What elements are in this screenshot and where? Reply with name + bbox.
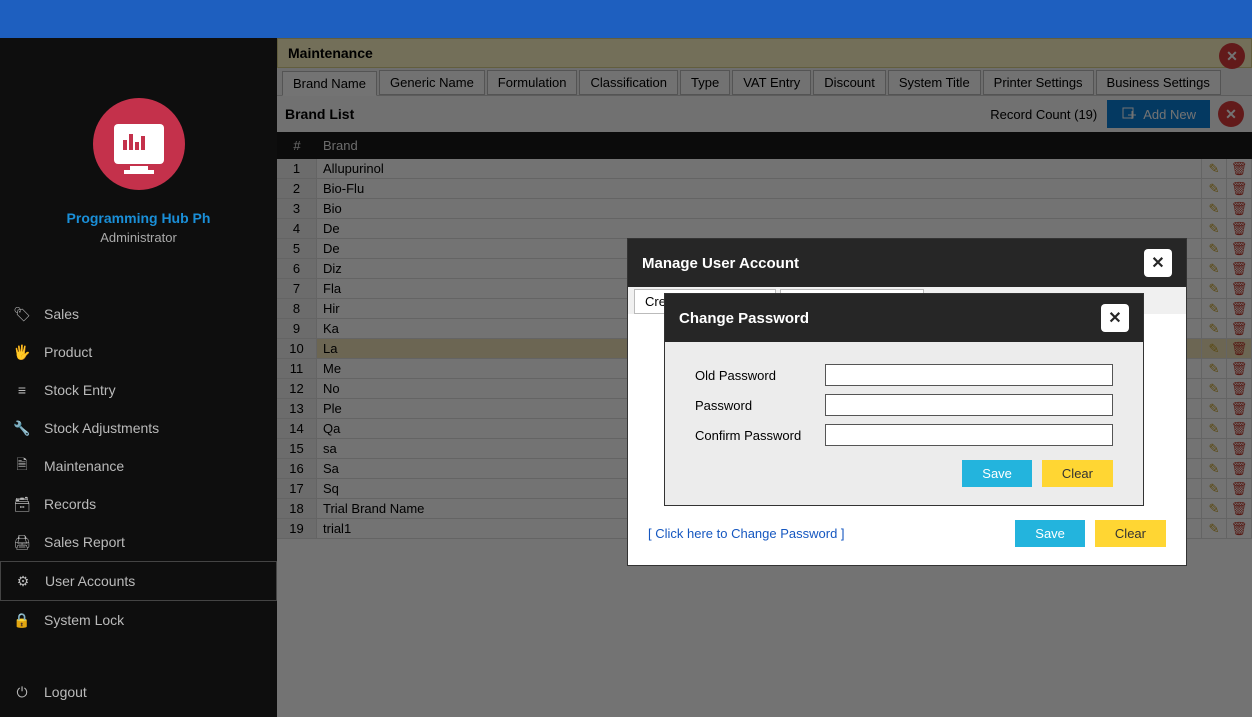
sidebar-nav: 🏷 Sales 🖐 Product ≡ Stock Entry 🔧 Stock Adjustm…	[0, 295, 277, 639]
tag-icon: 🏷	[12, 305, 32, 323]
change-password-link[interactable]: [ Click here to Change Password ]	[648, 526, 845, 541]
dialog-close-button[interactable]: ✕	[1144, 249, 1172, 277]
pw-dialog-close-button[interactable]: ✕	[1101, 304, 1129, 332]
pw-clear-button[interactable]: Clear	[1042, 460, 1113, 487]
avatar	[93, 98, 185, 190]
password-input[interactable]	[825, 394, 1113, 416]
nav-label: System Lock	[44, 612, 124, 628]
nav-item-system-lock[interactable]: 🔒 System Lock	[0, 601, 277, 639]
wrench-icon: 🔧	[12, 419, 32, 437]
dialog-title: Manage User Account	[642, 255, 799, 272]
old-password-input[interactable]	[825, 364, 1113, 386]
change-password-dialog: Change Password ✕ Old Password Password …	[664, 293, 1144, 506]
nav-label: Logout	[44, 684, 87, 700]
dialog-title-bar: Manage User Account ✕	[628, 239, 1186, 287]
main-panel: Maintenance ✕ Brand NameGeneric NameForm…	[277, 38, 1252, 717]
nav-item-stock-entry[interactable]: ≡ Stock Entry	[0, 371, 277, 409]
profile-panel: Programming Hub Ph Administrator	[0, 38, 277, 275]
nav-label: Sales	[44, 306, 79, 322]
user-clear-button[interactable]: Clear	[1095, 520, 1166, 547]
user-save-button[interactable]: Save	[1015, 520, 1085, 547]
sidebar: Programming Hub Ph Administrator 🏷 Sales 🖐…	[0, 38, 277, 717]
pw-save-button[interactable]: Save	[962, 460, 1032, 487]
confirm-password-label: Confirm Password	[695, 428, 825, 443]
power-icon: ⏻	[12, 683, 32, 701]
nav-item-stock-adjustments[interactable]: 🔧 Stock Adjustments	[0, 409, 277, 447]
nav-item-records[interactable]: 🗃 Records	[0, 485, 277, 523]
list-icon: ≡	[12, 381, 32, 399]
profile-role: Administrator	[100, 230, 177, 245]
lock-icon: 🔒	[12, 611, 32, 629]
nav-label: Product	[44, 344, 92, 360]
nav-label: User Accounts	[45, 573, 135, 589]
nav-item-maintenance[interactable]: 🗎 Maintenance	[0, 447, 277, 485]
doc-icon: 🗎	[12, 457, 32, 475]
nav-item-sales[interactable]: 🏷 Sales	[0, 295, 277, 333]
nav-item-logout[interactable]: ⏻ Logout	[0, 673, 277, 711]
nav-item-sales-report[interactable]: 🖨 Sales Report	[0, 523, 277, 561]
nav-label: Sales Report	[44, 534, 125, 550]
nav-label: Stock Adjustments	[44, 420, 159, 436]
nav-label: Records	[44, 496, 96, 512]
pw-dialog-title: Change Password	[679, 310, 809, 327]
printer-icon: 🖨	[12, 533, 32, 551]
hand-icon: 🖐	[12, 343, 32, 361]
pw-dialog-title-bar: Change Password ✕	[665, 294, 1143, 342]
password-label: Password	[695, 398, 825, 413]
old-password-label: Old Password	[695, 368, 825, 383]
gears-icon: ⚙	[13, 572, 33, 590]
nav-item-product[interactable]: 🖐 Product	[0, 333, 277, 371]
nav-item-user-accounts[interactable]: ⚙ User Accounts	[0, 561, 277, 601]
nav-label: Maintenance	[44, 458, 124, 474]
app-titlebar	[0, 0, 1252, 38]
profile-name: Programming Hub Ph	[67, 210, 211, 226]
nav-label: Stock Entry	[44, 382, 116, 398]
confirm-password-input[interactable]	[825, 424, 1113, 446]
db-icon: 🗃	[12, 495, 32, 513]
